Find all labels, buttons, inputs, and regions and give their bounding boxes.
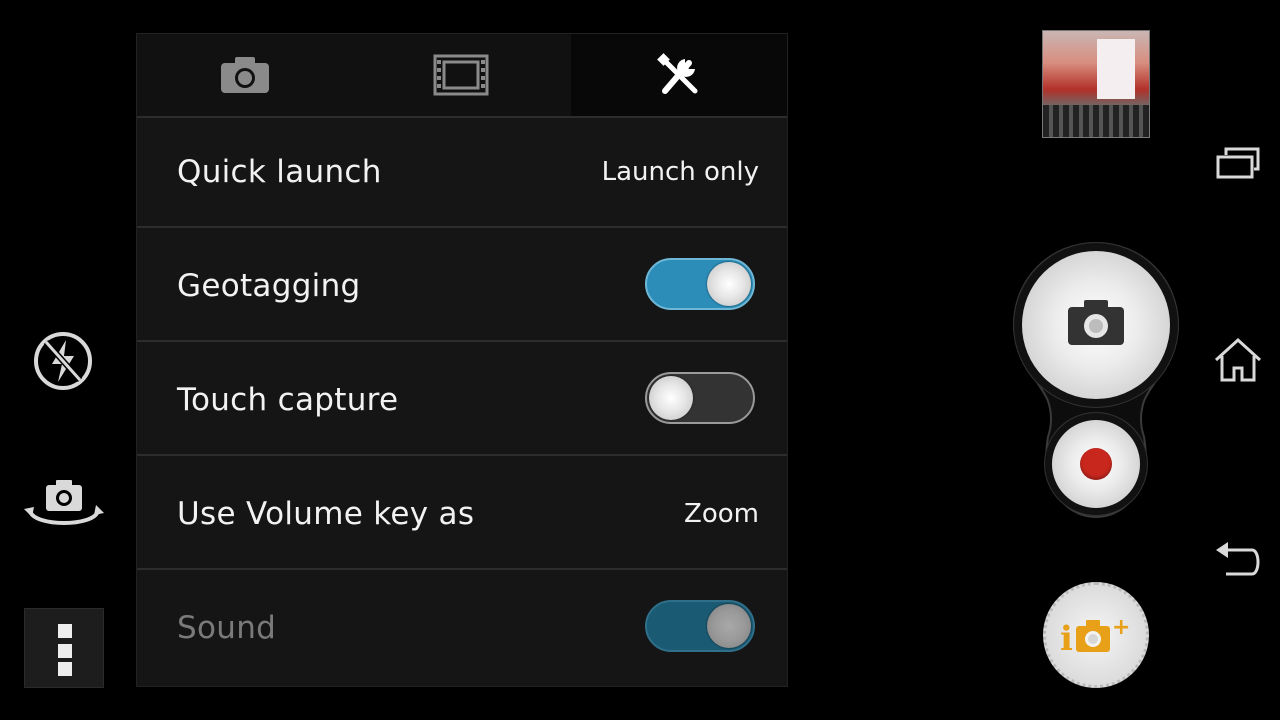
touch-capture-toggle[interactable] [645,372,755,424]
camera-apps-icon: i + [1060,615,1130,659]
home-icon [1214,337,1262,382]
flash-off-icon [34,332,92,390]
switch-camera-button[interactable] [22,475,106,537]
geotagging-toggle[interactable] [645,258,755,310]
home-button[interactable] [1212,336,1264,386]
back-icon [1216,542,1260,576]
camera-apps-button[interactable]: i + [1043,582,1149,688]
flash-off-button[interactable] [30,328,96,394]
back-button[interactable] [1212,538,1264,582]
setting-row-touch-capture: Touch capture [137,344,787,456]
setting-label: Quick launch [177,154,382,190]
toggle-knob [707,262,751,306]
record-icon [1080,448,1112,480]
tab-video-settings[interactable] [353,34,569,116]
setting-value: Launch only [601,157,759,187]
switch-camera-icon [24,480,104,525]
setting-row-volume-key[interactable]: Use Volume key as Zoom [137,458,787,570]
camera-icon [221,57,269,93]
setting-label: Sound [177,610,277,646]
thumbnail-keyboard [1043,105,1149,137]
setting-row-sound: Sound [137,572,787,684]
camera-settings-panel: Quick launch Launch only Geotagging Touc… [136,33,788,687]
setting-label: Touch capture [177,382,399,418]
recents-button[interactable] [1214,143,1262,183]
tab-general-settings[interactable] [571,34,787,116]
tools-icon [657,53,698,94]
last-photo-thumbnail[interactable] [1042,30,1150,138]
toggle-knob [649,376,693,420]
setting-row-quick-launch[interactable]: Quick launch Launch only [137,116,787,228]
setting-label: Use Volume key as [177,496,475,532]
setting-label: Geotagging [177,268,361,304]
tab-camera-settings[interactable] [137,34,353,116]
setting-value: Zoom [684,499,759,529]
toggle-knob [707,604,751,648]
film-icon [433,54,489,96]
svg-text:+: + [1112,615,1130,640]
record-video-button[interactable] [1052,420,1140,508]
thumbnail-screen [1097,39,1135,99]
sound-toggle [645,600,755,652]
overflow-menu-button[interactable] [24,608,104,688]
recents-icon [1216,147,1260,179]
take-photo-button[interactable] [1022,251,1170,399]
setting-row-geotagging: Geotagging [137,230,787,342]
camera-icon [1068,300,1124,345]
settings-tabs [137,34,787,118]
svg-text:i: i [1060,619,1073,659]
